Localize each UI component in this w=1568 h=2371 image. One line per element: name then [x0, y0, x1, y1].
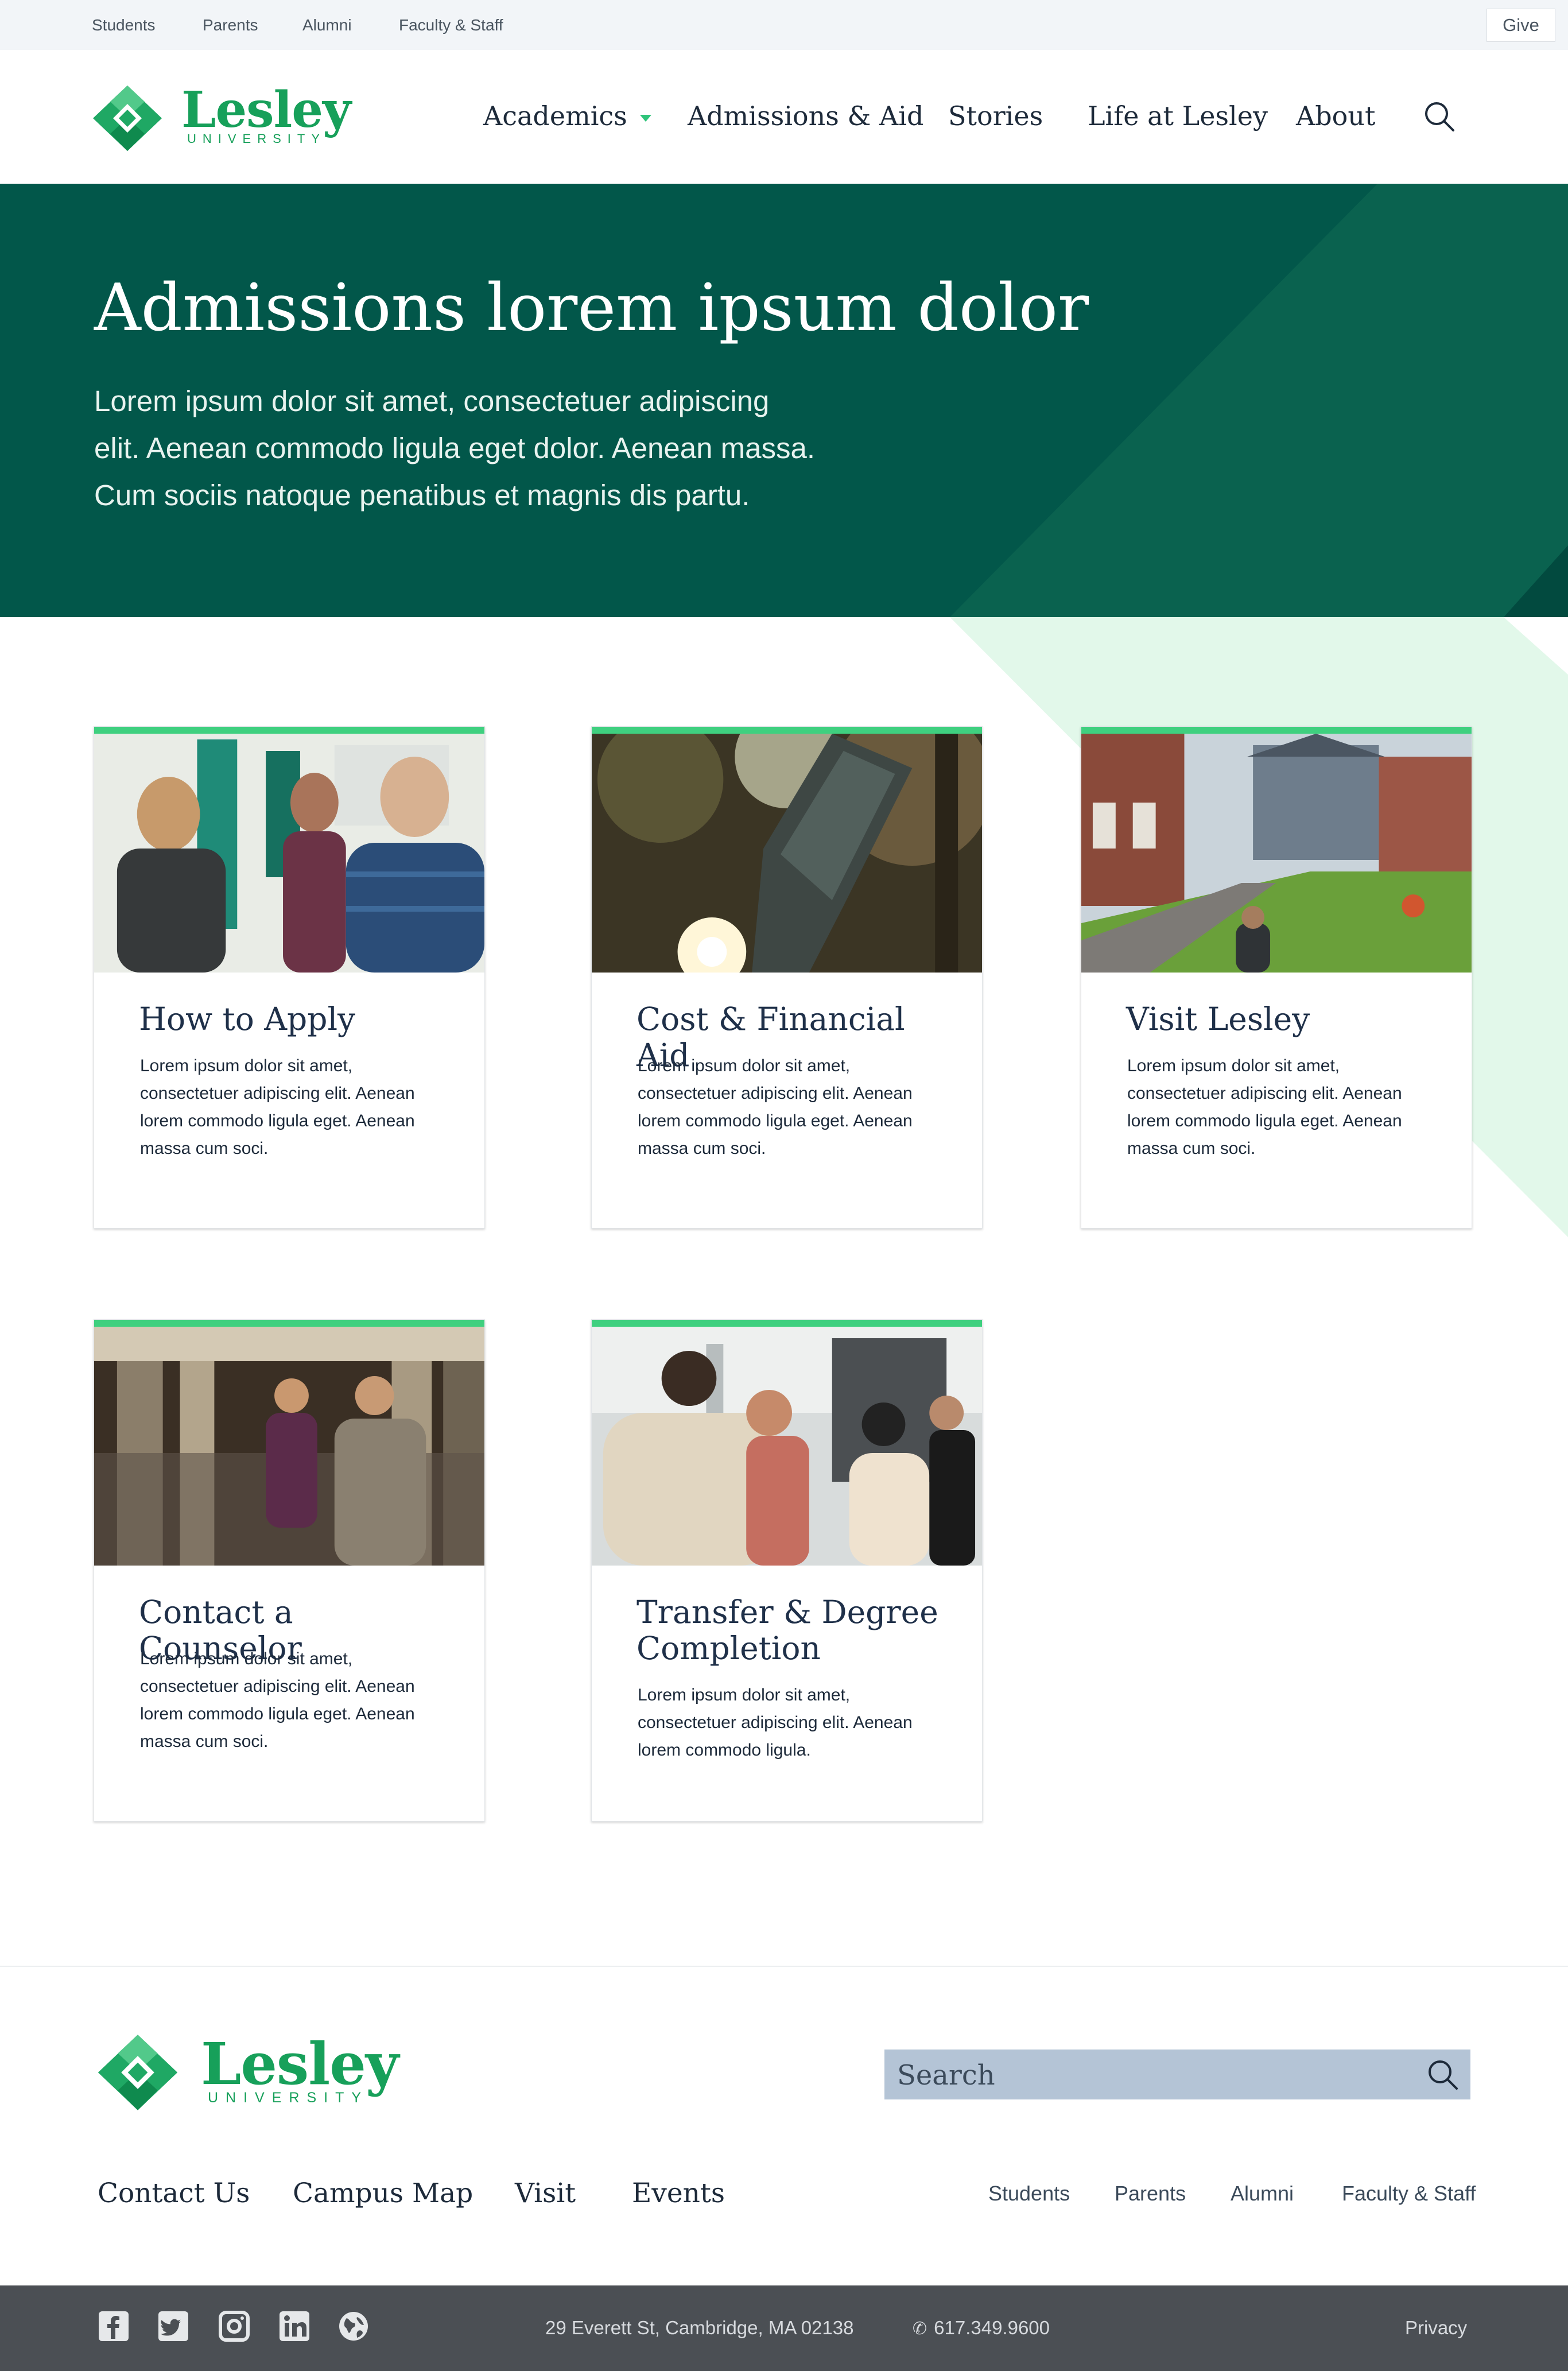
card-photo-counselor-hallway	[94, 1327, 484, 1566]
lesley-logo-mark	[93, 86, 162, 151]
footer-audience-parents[interactable]: Parents	[1115, 2182, 1186, 2206]
footer-link-contact-us[interactable]: Contact Us	[98, 2178, 250, 2209]
card-accent-bar	[592, 727, 982, 734]
privacy-link[interactable]: Privacy	[1405, 2317, 1467, 2339]
nav-about[interactable]: About	[1296, 100, 1375, 131]
search-icon[interactable]	[1427, 2059, 1459, 2091]
phone-number: 617.349.9600	[934, 2317, 1050, 2338]
bottom-bar: 29 Everett St, Cambridge, MA 02138 ✆ 617.…	[0, 2285, 1568, 2371]
nav-academics[interactable]: Academics	[483, 100, 652, 131]
card-title: How to Apply	[139, 1001, 356, 1037]
card-photo-student-event	[592, 1327, 982, 1566]
footer-link-events[interactable]: Events	[632, 2178, 725, 2209]
card-accent-bar	[94, 1320, 484, 1327]
card-visit-lesley[interactable]: Visit Lesley Lorem ipsum dolor sit amet,…	[1081, 726, 1472, 1229]
header-logo[interactable]: Lesley UNIVERSITY	[92, 81, 351, 152]
footer-audience-alumni[interactable]: Alumni	[1231, 2182, 1294, 2206]
search-input[interactable]	[884, 2050, 1415, 2101]
card-photo-campus-lawn	[1081, 734, 1472, 973]
logo-wordmark: Lesley	[201, 2030, 399, 2098]
card-description: Lorem ipsum dolor sit amet, consectetuer…	[140, 1649, 415, 1751]
utility-link-alumni[interactable]: Alumni	[302, 16, 352, 34]
card-description: Lorem ipsum dolor sit amet, consectetuer…	[638, 1056, 913, 1158]
nav-admissions-aid[interactable]: Admissions & Aid	[688, 100, 923, 131]
card-title: Transfer & Degree Completion	[636, 1594, 938, 1667]
footer-audience-students[interactable]: Students	[988, 2182, 1070, 2206]
utility-link-parents[interactable]: Parents	[203, 16, 258, 34]
linkedin-icon[interactable]	[278, 2310, 311, 2342]
facebook-icon[interactable]	[98, 2310, 130, 2342]
utility-bar: Students Parents Alumni Faculty & Staff …	[0, 0, 1568, 50]
footer-link-visit[interactable]: Visit	[515, 2178, 576, 2209]
hero-title: Admissions lorem ipsum dolor	[94, 270, 1089, 346]
footer-logo[interactable]: Lesley UNIVERSITY	[96, 2030, 399, 2114]
footer-divider	[0, 1966, 1568, 1967]
logo-subtitle: UNIVERSITY	[187, 131, 327, 146]
instagram-icon[interactable]	[218, 2310, 250, 2342]
footer-audience-faculty-staff[interactable]: Faculty & Staff	[1342, 2182, 1476, 2206]
site-header: Lesley UNIVERSITY Academics Admissions &…	[0, 50, 1568, 187]
card-cost-financial-aid[interactable]: Cost & Financial Aid Lorem ipsum dolor s…	[591, 726, 983, 1229]
lesley-logo-mark	[98, 2035, 178, 2110]
search-icon[interactable]	[1423, 100, 1456, 133]
give-label: Give	[1503, 15, 1539, 35]
card-description: Lorem ipsum dolor sit amet, consectetuer…	[1127, 1056, 1402, 1158]
globe-icon[interactable]	[337, 2310, 370, 2342]
hero-line: Lorem ipsum dolor sit amet, consectetuer…	[94, 385, 770, 417]
utility-link-students[interactable]: Students	[92, 16, 156, 34]
utility-link-faculty-staff[interactable]: Faculty & Staff	[399, 16, 503, 34]
card-contact-a-counselor[interactable]: Contact a Counselor Lorem ipsum dolor si…	[94, 1319, 485, 1822]
footer-link-campus-map[interactable]: Campus Map	[293, 2178, 473, 2209]
footer-address: 29 Everett St, Cambridge, MA 02138	[545, 2317, 854, 2338]
card-accent-bar	[94, 727, 484, 734]
logo-wordmark: Lesley	[181, 81, 351, 139]
nav-stories[interactable]: Stories	[948, 100, 1043, 131]
hero-line: Cum sociis natoque penatibus et magnis d…	[94, 479, 750, 512]
phone-icon: ✆	[913, 2319, 927, 2338]
footer-search	[884, 2050, 1470, 2101]
give-button[interactable]: Give	[1487, 9, 1555, 42]
nav-academics-label: Academics	[483, 100, 627, 131]
card-title: Visit Lesley	[1126, 1001, 1310, 1037]
card-photo-campus-sign	[592, 734, 982, 973]
hero-line: elit. Aenean commodo ligula eget dolor. …	[94, 432, 815, 464]
card-how-to-apply[interactable]: How to Apply Lorem ipsum dolor sit amet,…	[94, 726, 485, 1229]
footer-phone[interactable]: ✆ 617.349.9600	[913, 2317, 1050, 2339]
nav-life-at-lesley[interactable]: Life at Lesley	[1088, 100, 1268, 131]
hero-description: Lorem ipsum dolor sit amet, consectetuer…	[94, 378, 886, 519]
twitter-icon[interactable]	[157, 2310, 189, 2342]
card-description: Lorem ipsum dolor sit amet, consectetuer…	[638, 1686, 913, 1760]
logo-subtitle: UNIVERSITY	[208, 2090, 369, 2106]
card-accent-bar	[592, 1320, 982, 1327]
caret-down-icon	[640, 115, 652, 122]
card-transfer-degree-completion[interactable]: Transfer & Degree Completion Lorem ipsum…	[591, 1319, 983, 1822]
card-photo-admissions-fair	[94, 734, 484, 973]
hero-banner: Admissions lorem ipsum dolor Lorem ipsum…	[0, 184, 1568, 617]
card-accent-bar	[1081, 727, 1472, 734]
card-description: Lorem ipsum dolor sit amet, consectetuer…	[140, 1056, 415, 1158]
